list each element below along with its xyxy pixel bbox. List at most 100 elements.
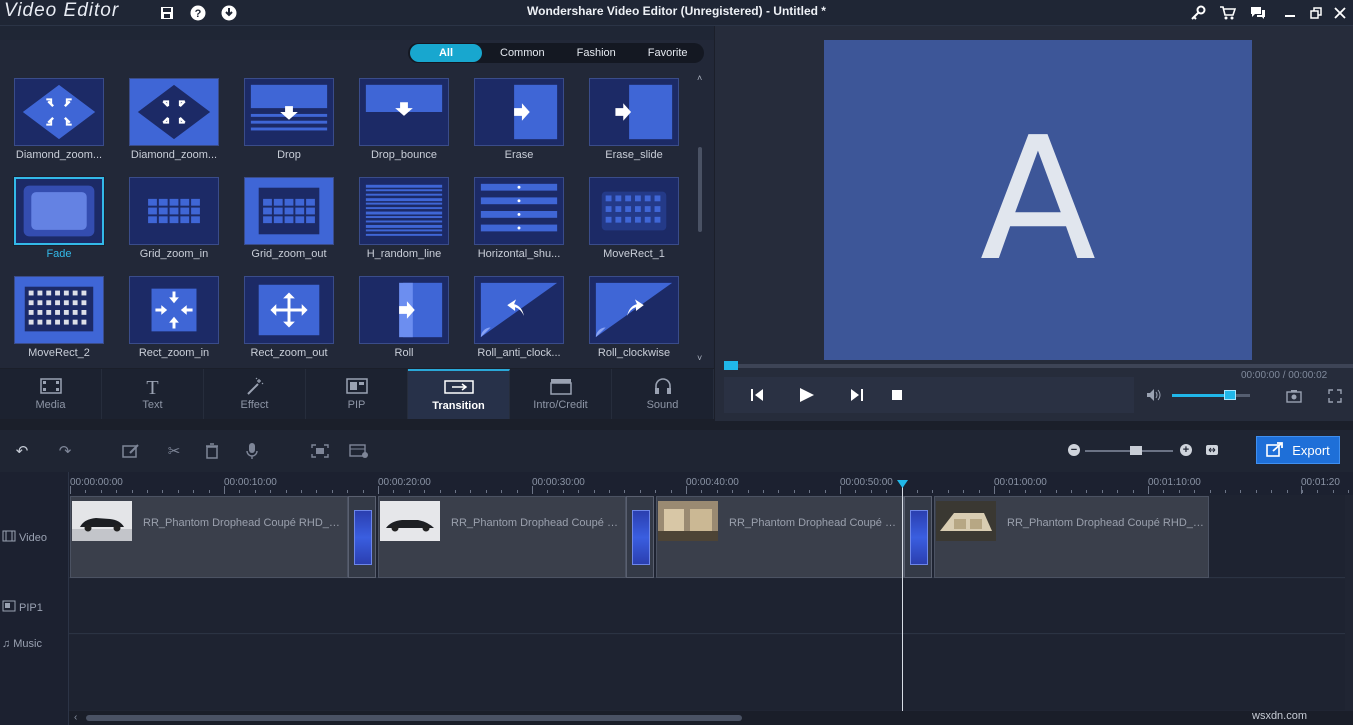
transition-thumb-roll[interactable] xyxy=(359,276,449,344)
transition-label: Fade xyxy=(4,248,114,260)
transition-thumb-diamond-expand[interactable] xyxy=(14,78,104,146)
ruler-label: 00:01:10:00 xyxy=(1148,477,1201,488)
volume-icon[interactable] xyxy=(1146,388,1162,402)
ruler-label: 00:01:00:00 xyxy=(994,477,1047,488)
close-icon[interactable] xyxy=(1330,3,1350,23)
prev-frame-button[interactable] xyxy=(740,385,774,405)
transition-marker[interactable] xyxy=(626,496,654,578)
zoom-knob[interactable] xyxy=(1130,446,1142,455)
export-button[interactable]: Export xyxy=(1256,436,1340,464)
video-clip-2[interactable]: RR_Phantom Drophead Coupé RHD_ex xyxy=(378,496,626,578)
fit-timeline-icon[interactable] xyxy=(1205,444,1219,456)
key-icon[interactable] xyxy=(1188,3,1208,23)
crop-icon[interactable] xyxy=(309,440,331,462)
restore-icon[interactable] xyxy=(1306,3,1326,23)
video-clip-4[interactable]: RR_Phantom Drophead Coupé RHD_inter... xyxy=(934,496,1209,578)
scroll-down-icon[interactable]: ˅ xyxy=(697,353,703,361)
chat-icon[interactable] xyxy=(1248,3,1268,23)
transition-thumb-erase[interactable] xyxy=(474,78,564,146)
transition-thumb-drop[interactable] xyxy=(244,78,334,146)
cut-icon[interactable]: ✂ xyxy=(163,440,185,462)
filter-all[interactable]: All xyxy=(410,44,482,62)
scroll-up-icon[interactable]: ˄ xyxy=(697,73,703,81)
transition-thumb-erase-slide[interactable] xyxy=(589,78,679,146)
tab-sound[interactable]: Sound xyxy=(612,369,714,419)
clip-thumbnail xyxy=(72,501,132,541)
transition-marker[interactable] xyxy=(904,496,932,578)
transition-thumb-rect-in[interactable] xyxy=(129,276,219,344)
playhead[interactable] xyxy=(902,486,903,711)
clip-title: RR_Phantom Drophead Coupé RHD_in xyxy=(729,517,899,529)
transition-thumb-h-lines[interactable] xyxy=(359,177,449,245)
filter-fashion[interactable]: Fashion xyxy=(563,44,630,62)
text-icon: T xyxy=(146,377,158,399)
timeline-scrollbar[interactable] xyxy=(86,715,742,721)
snapshot-icon[interactable] xyxy=(1286,389,1302,403)
ruler-minor-tick xyxy=(871,490,872,493)
transition-thumb-roll-cw[interactable] xyxy=(589,276,679,344)
filter-favorite[interactable]: Favorite xyxy=(634,44,702,62)
transition-thumb-diamond-shrink[interactable] xyxy=(129,78,219,146)
next-frame-button[interactable] xyxy=(840,385,874,405)
transition-thumb-drop-bounce[interactable] xyxy=(359,78,449,146)
transition-thumb-moverect2[interactable] xyxy=(14,276,104,344)
zoom-slider[interactable] xyxy=(1085,450,1173,452)
tab-text[interactable]: T Text xyxy=(102,369,204,419)
export-label: Export xyxy=(1292,443,1330,458)
transition-thumb-moverect1[interactable] xyxy=(589,177,679,245)
delete-icon[interactable] xyxy=(201,440,223,462)
ruler-minor-tick xyxy=(1056,490,1057,493)
ruler-minor-tick xyxy=(517,490,518,493)
play-button[interactable] xyxy=(790,385,824,405)
tab-transition-label: Transition xyxy=(432,400,485,412)
video-clip-1[interactable]: RR_Phantom Drophead Coupé RHD_exterior xyxy=(70,496,348,578)
scroll-left-icon[interactable]: ‹ xyxy=(74,712,77,723)
zoom-out-button[interactable]: − xyxy=(1068,444,1080,456)
undo-icon[interactable]: ↶ xyxy=(11,440,33,462)
tab-transition[interactable]: Transition xyxy=(408,369,510,419)
transition-thumb-fade[interactable] xyxy=(14,177,104,245)
tab-pip[interactable]: PIP xyxy=(306,369,408,419)
tab-media[interactable]: Media xyxy=(0,369,102,419)
preview-letter: A xyxy=(980,115,1096,285)
library-scrollbar[interactable] xyxy=(698,147,702,232)
record-voice-icon[interactable] xyxy=(241,440,263,462)
fullscreen-icon[interactable] xyxy=(1328,389,1342,403)
transition-marker[interactable] xyxy=(348,496,376,578)
pip-track[interactable] xyxy=(69,579,1345,634)
volume-knob[interactable] xyxy=(1224,390,1236,400)
zoom-in-button[interactable]: + xyxy=(1180,444,1192,456)
preview-scrubber[interactable] xyxy=(724,364,1353,368)
export-icon xyxy=(1266,441,1284,460)
ruler-minor-tick xyxy=(239,490,240,493)
ruler-minor-tick xyxy=(917,490,918,493)
edit-clip-icon[interactable] xyxy=(120,440,142,462)
transition-label: Rect_zoom_in xyxy=(119,347,229,359)
minimize-icon[interactable] xyxy=(1280,3,1300,23)
transition-thumb-rect-out[interactable] xyxy=(244,276,334,344)
music-track[interactable] xyxy=(69,635,1345,710)
transition-label: Horizontal_shu... xyxy=(464,248,574,260)
library-tabs: Media T Text Effect PIP Transition Intro… xyxy=(0,369,714,419)
tab-text-label: Text xyxy=(142,399,162,411)
scene-detect-icon[interactable] xyxy=(348,440,370,462)
transition-thumb-grid-out[interactable] xyxy=(244,177,334,245)
transition-thumb-h-shutter[interactable] xyxy=(474,177,564,245)
tab-effect[interactable]: Effect xyxy=(204,369,306,419)
tab-pip-label: PIP xyxy=(348,399,366,411)
stop-button[interactable] xyxy=(880,385,914,405)
redo-icon[interactable]: ↷ xyxy=(54,440,76,462)
ruler-minor-tick xyxy=(994,490,995,493)
ruler-minor-tick xyxy=(116,490,117,493)
transition-icon xyxy=(444,378,474,400)
transition-thumb-grid-in[interactable] xyxy=(129,177,219,245)
scrubber-handle[interactable] xyxy=(724,361,738,370)
transition-thumb-roll-anti[interactable] xyxy=(474,276,564,344)
filter-common[interactable]: Common xyxy=(486,44,559,62)
tab-intro-credit[interactable]: Intro/Credit xyxy=(510,369,612,419)
transition-label: Roll_anti_clock... xyxy=(464,347,574,359)
cart-icon[interactable] xyxy=(1217,3,1237,23)
ruler-minor-tick xyxy=(347,490,348,493)
transition-label: Grid_zoom_in xyxy=(119,248,229,260)
video-clip-3[interactable]: RR_Phantom Drophead Coupé RHD_in xyxy=(656,496,904,578)
